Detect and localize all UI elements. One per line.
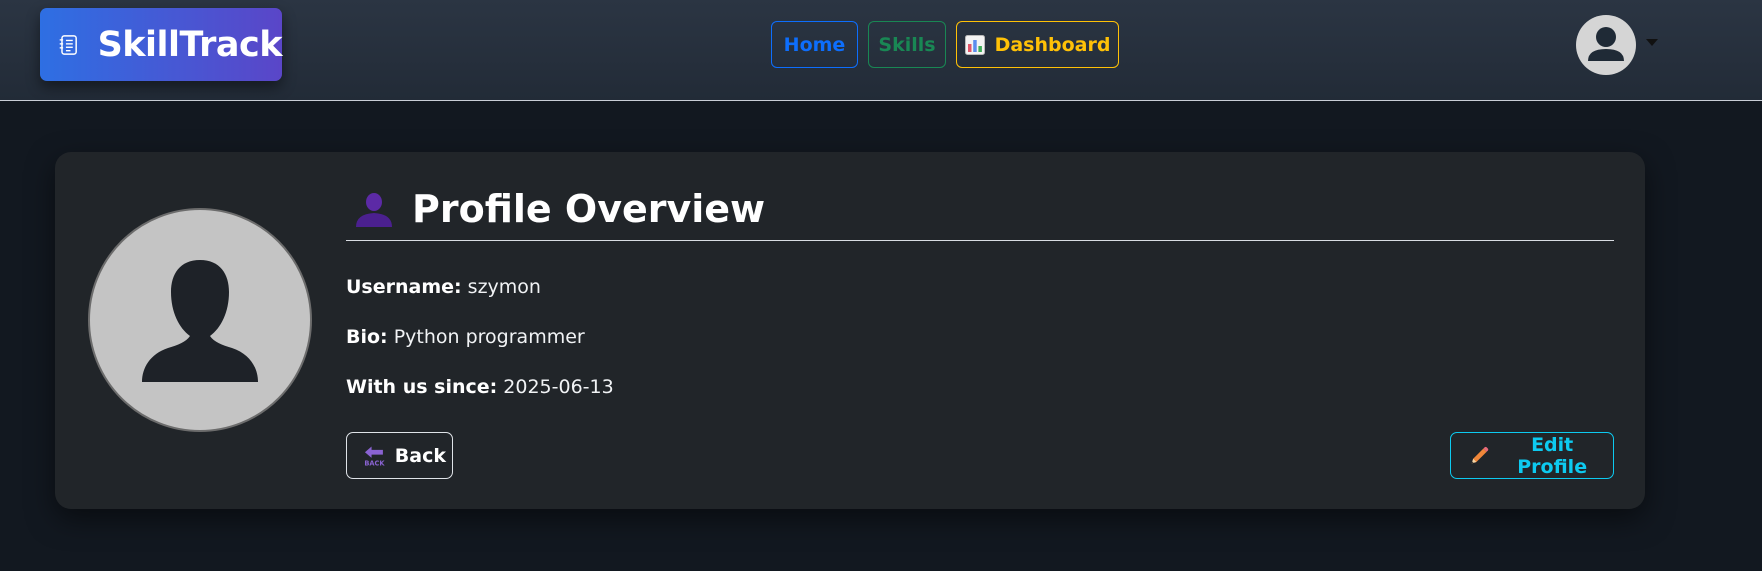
bio-label: Bio:	[346, 326, 388, 348]
profile-title-row: Profile Overview	[346, 184, 1614, 234]
username-field: Username: szymon	[346, 276, 541, 298]
bio-value: Python programmer	[393, 326, 585, 348]
nav-home-button[interactable]: Home	[771, 21, 858, 68]
nav-dashboard-button[interactable]: Dashboard	[956, 21, 1119, 68]
bar-chart-icon	[964, 34, 985, 55]
username-label: Username:	[346, 276, 462, 298]
back-icon-text: BACK	[364, 459, 384, 467]
user-menu-toggle[interactable]	[1576, 14, 1658, 76]
nav-dashboard-label: Dashboard	[994, 33, 1111, 56]
back-button[interactable]: BACK Back	[346, 432, 453, 479]
back-button-label: Back	[394, 444, 446, 467]
bust-in-silhouette-icon	[356, 193, 392, 227]
pencil-icon	[1471, 446, 1489, 463]
profile-card: Profile Overview Username: szymon Bio: P…	[55, 152, 1645, 509]
page-title: Profile Overview	[412, 187, 766, 231]
edit-profile-label: Edit Profile	[1517, 433, 1588, 478]
navbar: SkillTrack Home Skills Dashboard	[0, 0, 1762, 101]
title-divider	[346, 240, 1614, 241]
nav-skills-button[interactable]: Skills	[868, 21, 946, 68]
bio-field: Bio: Python programmer	[346, 326, 585, 348]
member-since-field: With us since: 2025-06-13	[346, 376, 614, 398]
member-since-value: 2025-06-13	[503, 376, 614, 398]
back-arrow-icon: BACK	[364, 446, 385, 467]
profile-avatar	[88, 208, 312, 432]
username-value: szymon	[467, 276, 541, 298]
edit-profile-button[interactable]: Edit Profile	[1450, 432, 1614, 479]
user-avatar-icon	[1576, 15, 1636, 75]
brand-name: SkillTrack	[97, 24, 283, 65]
notebook-icon	[59, 34, 77, 55]
brand-logo-link[interactable]: SkillTrack	[40, 8, 283, 81]
chevron-down-icon	[1646, 38, 1658, 46]
member-since-label: With us since:	[346, 376, 498, 398]
default-user-silhouette-icon	[142, 260, 258, 382]
